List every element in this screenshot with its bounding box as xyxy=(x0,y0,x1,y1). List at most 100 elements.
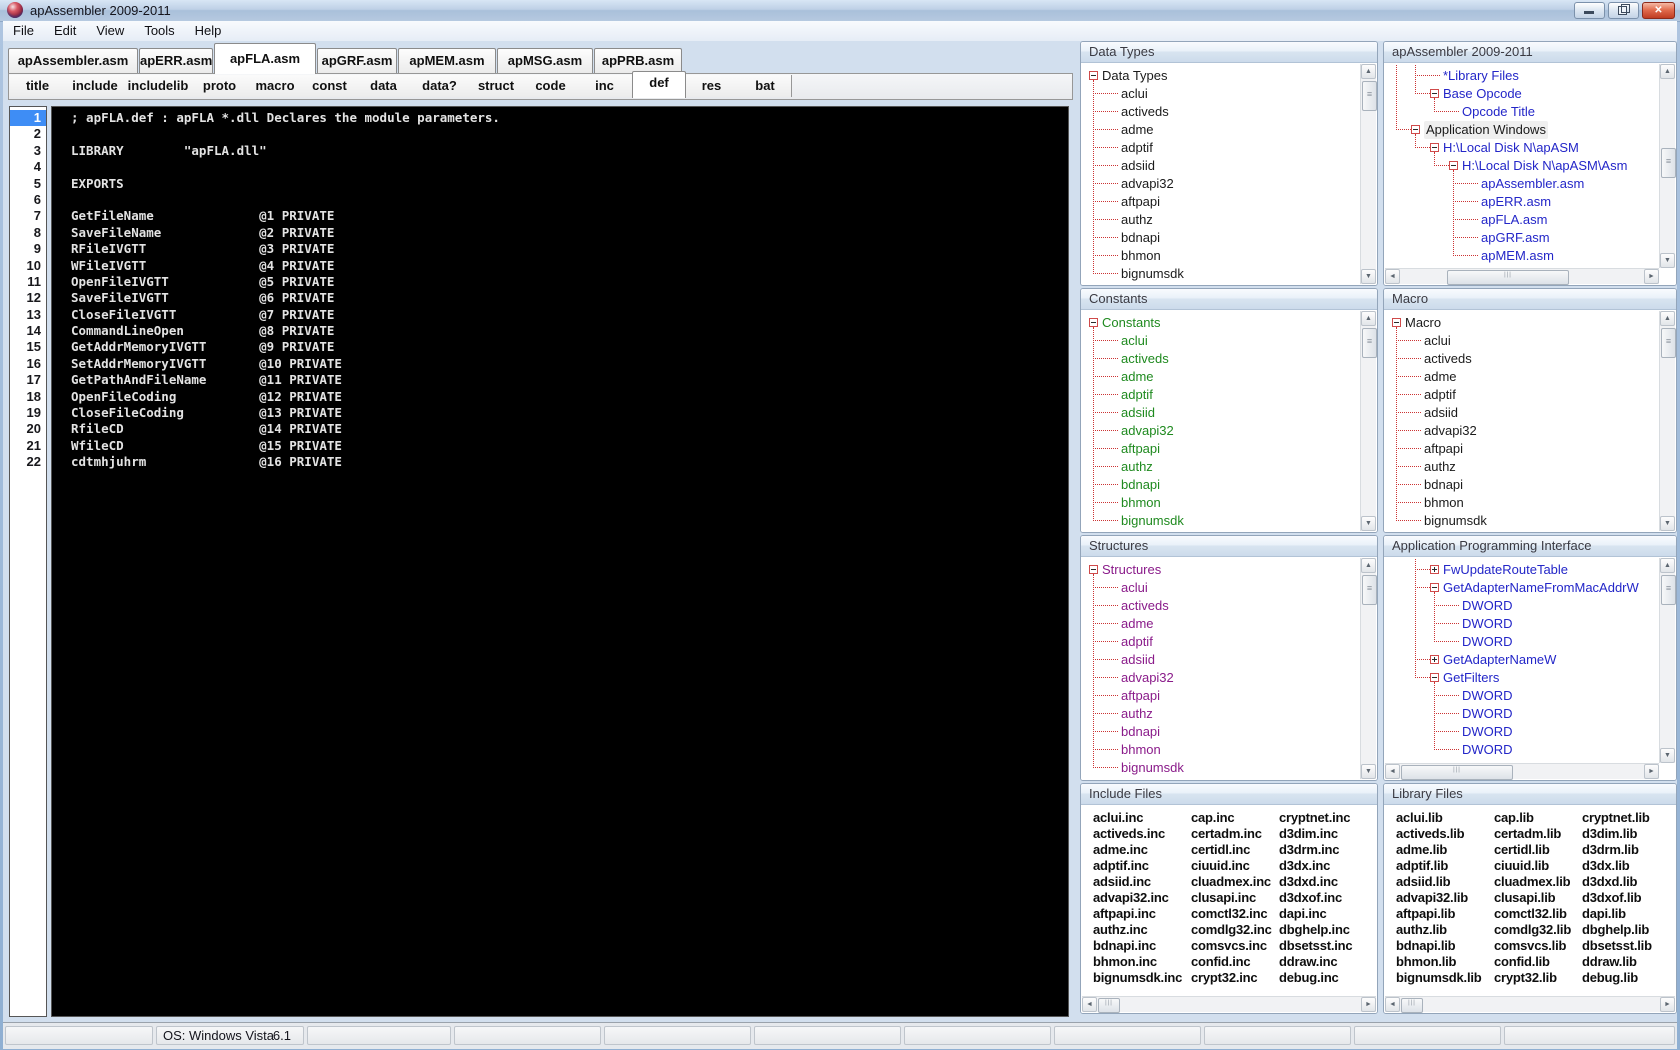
list-item-d3drm-lib[interactable]: d3drm.lib xyxy=(1582,842,1652,858)
section-tab-data[interactable]: data xyxy=(356,75,412,97)
scroll-right-button[interactable]: ► xyxy=(1361,997,1376,1012)
scroll-right-button[interactable]: ► xyxy=(1644,764,1659,779)
scroll-right-button[interactable]: ► xyxy=(1644,269,1659,284)
restore-button[interactable] xyxy=(1608,2,1639,19)
tree-item-dword[interactable]: DWORD xyxy=(1462,615,1513,633)
tree-item-aclui[interactable]: aclui xyxy=(1121,579,1148,597)
list-item-authz-inc[interactable]: authz.inc xyxy=(1093,922,1182,938)
scrollbar-thumb[interactable] xyxy=(1098,998,1120,1013)
list-item-cryptnet-inc[interactable]: cryptnet.inc xyxy=(1279,810,1352,826)
close-button[interactable]: ✕ xyxy=(1642,2,1675,19)
tree-item-apgrf-asm[interactable]: apGRF.asm xyxy=(1481,229,1550,247)
collapse-box-icon[interactable] xyxy=(1430,583,1439,592)
list-item-adptif-lib[interactable]: adptif.lib xyxy=(1396,858,1482,874)
collapse-box-icon[interactable] xyxy=(1430,673,1439,682)
tree-item-advapi32[interactable]: advapi32 xyxy=(1121,669,1174,687)
line-number[interactable]: 9 xyxy=(10,241,46,257)
scrollbar-thumb[interactable] xyxy=(1362,81,1377,111)
code-line[interactable]: SaveFileName @2 PRIVATE xyxy=(71,225,1068,241)
list-item-bignumsdk-inc[interactable]: bignumsdk.inc xyxy=(1093,970,1182,986)
code-line[interactable] xyxy=(71,159,1068,175)
vertical-scrollbar[interactable]: ▲ ▼ xyxy=(1360,64,1377,284)
line-number[interactable]: 8 xyxy=(10,225,46,241)
file-tab-apmem-asm[interactable]: apMEM.asm xyxy=(398,48,496,73)
tree-item-bdnapi[interactable]: bdnapi xyxy=(1121,229,1160,247)
line-number[interactable]: 15 xyxy=(10,339,46,355)
expand-box-icon[interactable] xyxy=(1430,655,1439,664)
list-item-comdlg32-inc[interactable]: comdlg32.inc xyxy=(1191,922,1272,938)
file-tab-apassembler-asm[interactable]: apAssembler.asm xyxy=(8,48,138,73)
tree-item-adme[interactable]: adme xyxy=(1121,121,1154,139)
tree-item-activeds[interactable]: activeds xyxy=(1121,597,1169,615)
menu-item-help[interactable]: Help xyxy=(185,21,232,41)
tree-item-bhmon[interactable]: bhmon xyxy=(1424,494,1464,512)
tree-item-base-opcode[interactable]: Base Opcode xyxy=(1443,85,1522,103)
scrollbar-thumb[interactable] xyxy=(1401,765,1513,780)
scroll-left-button[interactable]: ◄ xyxy=(1385,269,1400,284)
menu-item-file[interactable]: File xyxy=(3,21,44,41)
tree-item-dword[interactable]: DWORD xyxy=(1462,633,1513,651)
list-item-clusapi-lib[interactable]: clusapi.lib xyxy=(1494,890,1571,906)
section-tab-bat[interactable]: bat xyxy=(739,75,792,97)
list-item-adsiid-lib[interactable]: adsiid.lib xyxy=(1396,874,1482,890)
list-item-d3dxof-inc[interactable]: d3dxof.inc xyxy=(1279,890,1352,906)
tree-item-advapi32[interactable]: advapi32 xyxy=(1121,422,1174,440)
collapse-box-icon[interactable] xyxy=(1449,161,1458,170)
list-item-authz-lib[interactable]: authz.lib xyxy=(1396,922,1482,938)
list-item-cluadmex-lib[interactable]: cluadmex.lib xyxy=(1494,874,1571,890)
list-item-certidl-lib[interactable]: certidl.lib xyxy=(1494,842,1571,858)
tree-item-h-local-disk-n-apasm[interactable]: H:\Local Disk N\apASM xyxy=(1443,139,1579,157)
scroll-up-button[interactable]: ▲ xyxy=(1361,558,1376,573)
line-number[interactable]: 19 xyxy=(10,405,46,421)
tree-item-authz[interactable]: authz xyxy=(1121,211,1153,229)
tree-item-bdnapi[interactable]: bdnapi xyxy=(1121,476,1160,494)
list-item-bhmon-lib[interactable]: bhmon.lib xyxy=(1396,954,1482,970)
scroll-down-button[interactable]: ▼ xyxy=(1361,516,1376,531)
tree-item-bignumsdk[interactable]: bignumsdk xyxy=(1121,265,1184,283)
tree-item-adptif[interactable]: adptif xyxy=(1121,633,1153,651)
collapse-box-icon[interactable] xyxy=(1089,71,1098,80)
list-item-d3dim-lib[interactable]: d3dim.lib xyxy=(1582,826,1652,842)
file-tab-apgrf-asm[interactable]: apGRF.asm xyxy=(317,48,397,73)
line-number[interactable]: 14 xyxy=(10,323,46,339)
line-number[interactable]: 13 xyxy=(10,307,46,323)
code-line[interactable]: GetPathAndFileName @11 PRIVATE xyxy=(71,372,1068,388)
list-item-d3dx-lib[interactable]: d3dx.lib xyxy=(1582,858,1652,874)
collapse-box-icon[interactable] xyxy=(1430,89,1439,98)
list-item-cryptnet-lib[interactable]: cryptnet.lib xyxy=(1582,810,1652,826)
collapse-box-icon[interactable] xyxy=(1411,125,1420,134)
list-item-advapi32-lib[interactable]: advapi32.lib xyxy=(1396,890,1482,906)
code-line[interactable]: RFileIVGTT @3 PRIVATE xyxy=(71,241,1068,257)
list-item-d3dxd-inc[interactable]: d3dxd.inc xyxy=(1279,874,1352,890)
vertical-scrollbar[interactable]: ▲ ▼ xyxy=(1659,558,1676,763)
tree-item-fwupdateroutetable[interactable]: FwUpdateRouteTable xyxy=(1443,561,1568,579)
tree-item-constants[interactable]: Constants xyxy=(1102,314,1161,332)
scroll-right-button[interactable]: ► xyxy=(1660,997,1675,1012)
line-number[interactable]: 6 xyxy=(10,192,46,208)
tree-item-adptif[interactable]: adptif xyxy=(1121,139,1153,157)
tree-item-dword[interactable]: DWORD xyxy=(1462,741,1513,759)
tree-item-aclui[interactable]: aclui xyxy=(1121,332,1148,350)
line-number[interactable]: 12 xyxy=(10,290,46,306)
code-line[interactable]: CommandLineOpen @8 PRIVATE xyxy=(71,323,1068,339)
scroll-left-button[interactable]: ◄ xyxy=(1082,997,1097,1012)
section-tab-struct[interactable]: struct xyxy=(468,75,525,97)
tree-item-bhmon[interactable]: bhmon xyxy=(1121,247,1161,265)
tree-item-application-windows[interactable]: Application Windows xyxy=(1424,121,1548,139)
tree-item-adsiid[interactable]: adsiid xyxy=(1424,404,1458,422)
line-number[interactable]: 10 xyxy=(10,258,46,274)
file-tab-aperr-asm[interactable]: apERR.asm xyxy=(139,48,213,73)
expand-box-icon[interactable] xyxy=(1430,565,1439,574)
tree-item-dword[interactable]: DWORD xyxy=(1462,705,1513,723)
line-number[interactable]: 22 xyxy=(10,454,46,470)
tree-item-aftpapi[interactable]: aftpapi xyxy=(1121,440,1160,458)
tree-item-aftpapi[interactable]: aftpapi xyxy=(1424,440,1463,458)
list-item-crypt32-lib[interactable]: crypt32.lib xyxy=(1494,970,1571,986)
tree-item-aclui[interactable]: aclui xyxy=(1424,332,1451,350)
list-item-advapi32-inc[interactable]: advapi32.inc xyxy=(1093,890,1182,906)
code-line[interactable]: WFileIVGTT @4 PRIVATE xyxy=(71,258,1068,274)
code-line[interactable]: OpenFileIVGTT @5 PRIVATE xyxy=(71,274,1068,290)
tree-item-aftpapi[interactable]: aftpapi xyxy=(1121,193,1160,211)
tree-item-h-local-disk-n-apasm-asm[interactable]: H:\Local Disk N\apASM\Asm xyxy=(1462,157,1627,175)
scroll-up-button[interactable]: ▲ xyxy=(1660,311,1675,326)
